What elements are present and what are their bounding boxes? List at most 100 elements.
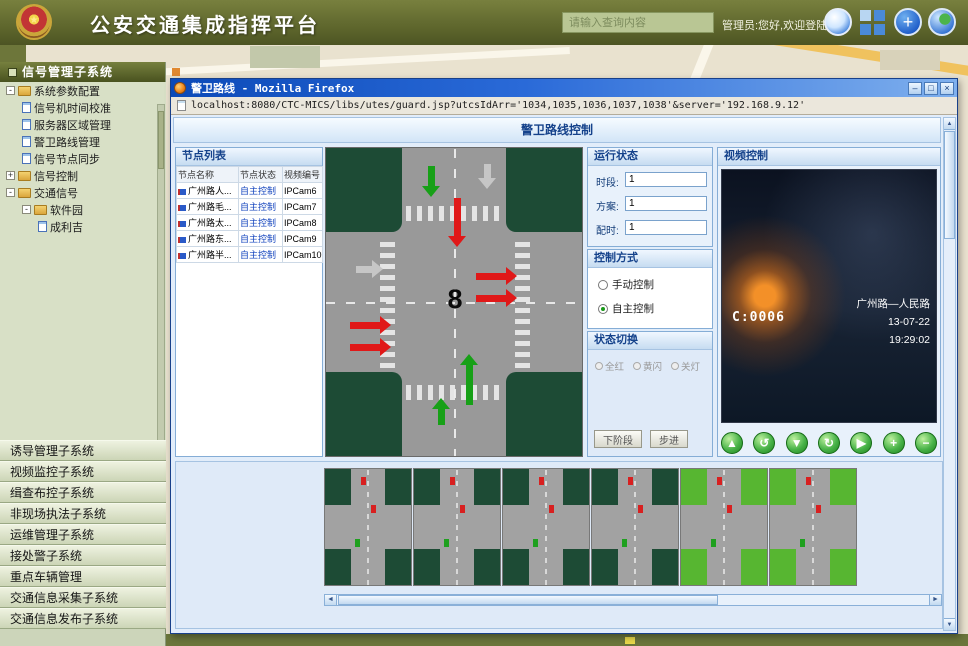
video-time: 19:29:02 [857, 332, 931, 350]
table-row[interactable]: 广州路半... 自主控制 IPCam10 [177, 247, 323, 263]
close-button[interactable] [940, 82, 954, 95]
table-row[interactable]: 广州路人... 自主控制 IPCam6 [177, 183, 323, 199]
globe-icon[interactable] [824, 8, 852, 36]
phase-thumbnail[interactable] [591, 468, 679, 586]
tree-item-node-sync[interactable]: 信号节点同步 [0, 150, 166, 167]
sidebar-item-video-surveillance[interactable]: 视频监控子系统 [0, 461, 166, 482]
sidebar-item-key-vehicles[interactable]: 重点车辆管理 [0, 566, 166, 587]
camera-icon [178, 253, 186, 259]
tree-item-label: 软件园 [50, 202, 83, 218]
page-icon [38, 221, 47, 232]
ptz-zoom-in-button[interactable]: + [883, 432, 905, 454]
tree-item-label: 信号控制 [34, 168, 78, 184]
radio-icon[interactable] [633, 362, 641, 370]
video-date: 13-07-22 [857, 314, 931, 332]
page-content: 警卫路线控制 节点列表 节点名称 节点状态 视频编号 广州路人... 自主控制 … [171, 115, 957, 633]
tree-item-system-params[interactable]: 系统参数配置 [0, 82, 166, 99]
camera-icon [178, 237, 186, 243]
table-row[interactable]: 广州路毛... 自主控制 IPCam7 [177, 199, 323, 215]
phase-thumbnail[interactable] [502, 468, 590, 586]
collapse-icon[interactable] [6, 188, 15, 197]
sidebar-scrollbar[interactable] [157, 104, 165, 456]
ptz-auto-right-button[interactable]: ↻ [818, 432, 840, 454]
url-bar[interactable]: localhost:8080/CTC-MICS/libs/utes/guard.… [171, 97, 957, 115]
maximize-button[interactable] [924, 82, 938, 95]
phase-thumbnail-active[interactable] [680, 468, 768, 586]
state-switch-title: 状态切换 [588, 332, 712, 350]
manual-control-option[interactable]: 手动控制 [598, 277, 712, 292]
step-button[interactable]: 步进 [650, 430, 688, 448]
auto-control-option[interactable]: 自主控制 [598, 301, 712, 316]
ptz-up-button[interactable]: ▲ [721, 432, 743, 454]
vertical-scrollbar[interactable] [943, 117, 956, 631]
sidebar-item-offsite-enforcement[interactable]: 非现场执法子系统 [0, 503, 166, 524]
gray-arrow-right [356, 260, 383, 278]
window-titlebar[interactable]: 警卫路线 - Mozilla Firefox [171, 79, 957, 97]
phase-thumbnail[interactable] [324, 468, 412, 586]
yellow-flash-option[interactable]: 黄闪 [633, 359, 662, 373]
video-feed: C:0006 广州路—人民路 13-07-22 19:29:02 [721, 169, 937, 423]
phase-thumbnail[interactable] [413, 468, 501, 586]
scroll-right-icon[interactable] [929, 595, 941, 605]
scroll-up-icon[interactable] [944, 118, 955, 130]
red-arrow-right [350, 316, 391, 334]
sidebar-item-vehicle-interception[interactable]: 缉查布控子系统 [0, 482, 166, 503]
timing-field[interactable] [625, 220, 707, 235]
sidebar-item-ops-management[interactable]: 运维管理子系统 [0, 524, 166, 545]
ptz-auto-left-button[interactable]: ↺ [753, 432, 775, 454]
scrollbar-thumb[interactable] [944, 131, 955, 239]
next-phase-button[interactable]: 下阶段 [594, 430, 642, 448]
video-overlay-text: 广州路—人民路 13-07-22 19:29:02 [857, 296, 931, 350]
radio-icon[interactable] [598, 280, 608, 290]
sidebar-item-alarm-dispatch[interactable]: 接处警子系统 [0, 545, 166, 566]
add-button[interactable]: + [894, 8, 922, 36]
map-marker [172, 68, 180, 76]
app-header: 公安交通集成指挥平台 管理员:您好,欢迎登陆使用 + [0, 0, 968, 45]
ptz-down-button[interactable]: ▼ [786, 432, 808, 454]
tree-item-clock-calibration[interactable]: 信号机时间校准 [0, 99, 166, 116]
minimize-button[interactable] [908, 82, 922, 95]
tree-item-chengliji[interactable]: 成利吉 [0, 218, 166, 235]
table-row[interactable]: 广州路太... 自主控制 IPCam8 [177, 215, 323, 231]
collapse-icon[interactable] [22, 205, 31, 214]
search-input[interactable] [562, 12, 714, 33]
sidebar-item-traffic-info-publish[interactable]: 交通信息发布子系统 [0, 608, 166, 629]
apps-grid-icon[interactable] [860, 10, 886, 36]
gray-arrow-down [478, 164, 496, 189]
all-red-option[interactable]: 全红 [595, 359, 624, 373]
phase-thumbnail-active[interactable] [769, 468, 857, 586]
radio-icon[interactable] [595, 362, 603, 370]
period-field[interactable] [625, 172, 707, 187]
scroll-left-icon[interactable] [325, 595, 337, 605]
table-row[interactable]: 广州路东... 自主控制 IPCam9 [177, 231, 323, 247]
horizontal-scrollbar[interactable] [324, 594, 942, 606]
camera-location: 广州路—人民路 [857, 296, 931, 314]
sidebar-item-guidance[interactable]: 诱导管理子系统 [0, 440, 166, 461]
radio-icon-selected[interactable] [598, 304, 608, 314]
scrollbar-thumb[interactable] [338, 595, 718, 605]
crosswalk [406, 385, 504, 400]
tree-item-label: 警卫路线管理 [34, 134, 100, 150]
tree-item-guard-route[interactable]: 警卫路线管理 [0, 133, 166, 150]
expand-icon[interactable] [6, 171, 15, 180]
tree-item-signal-control[interactable]: 信号控制 [0, 167, 166, 184]
world-map-icon[interactable] [928, 8, 956, 36]
plan-field[interactable] [625, 196, 707, 211]
table-header-row: 节点名称 节点状态 视频编号 [177, 167, 323, 183]
tree-item-server-region[interactable]: 服务器区域管理 [0, 116, 166, 133]
tree-item-traffic-signal[interactable]: 交通信号 [0, 184, 166, 201]
ptz-right-button[interactable]: ▶ [850, 432, 872, 454]
sidebar-header-signal-subsystem[interactable]: 信号管理子系统 [0, 62, 165, 82]
sidebar-item-traffic-data-collection[interactable]: 交通信息采集子系统 [0, 587, 166, 608]
tree-item-software-park[interactable]: 软件园 [0, 201, 166, 218]
camera-icon [178, 205, 186, 211]
map-building [0, 45, 26, 62]
scrollbar-thumb[interactable] [158, 111, 164, 169]
lights-off-option[interactable]: 关灯 [671, 359, 700, 373]
ptz-zoom-out-button[interactable]: − [915, 432, 937, 454]
intersection-diagram: 8 [325, 147, 583, 457]
map-building [250, 46, 320, 68]
radio-icon[interactable] [671, 362, 679, 370]
collapse-icon[interactable] [6, 86, 15, 95]
scroll-down-icon[interactable] [944, 618, 955, 630]
